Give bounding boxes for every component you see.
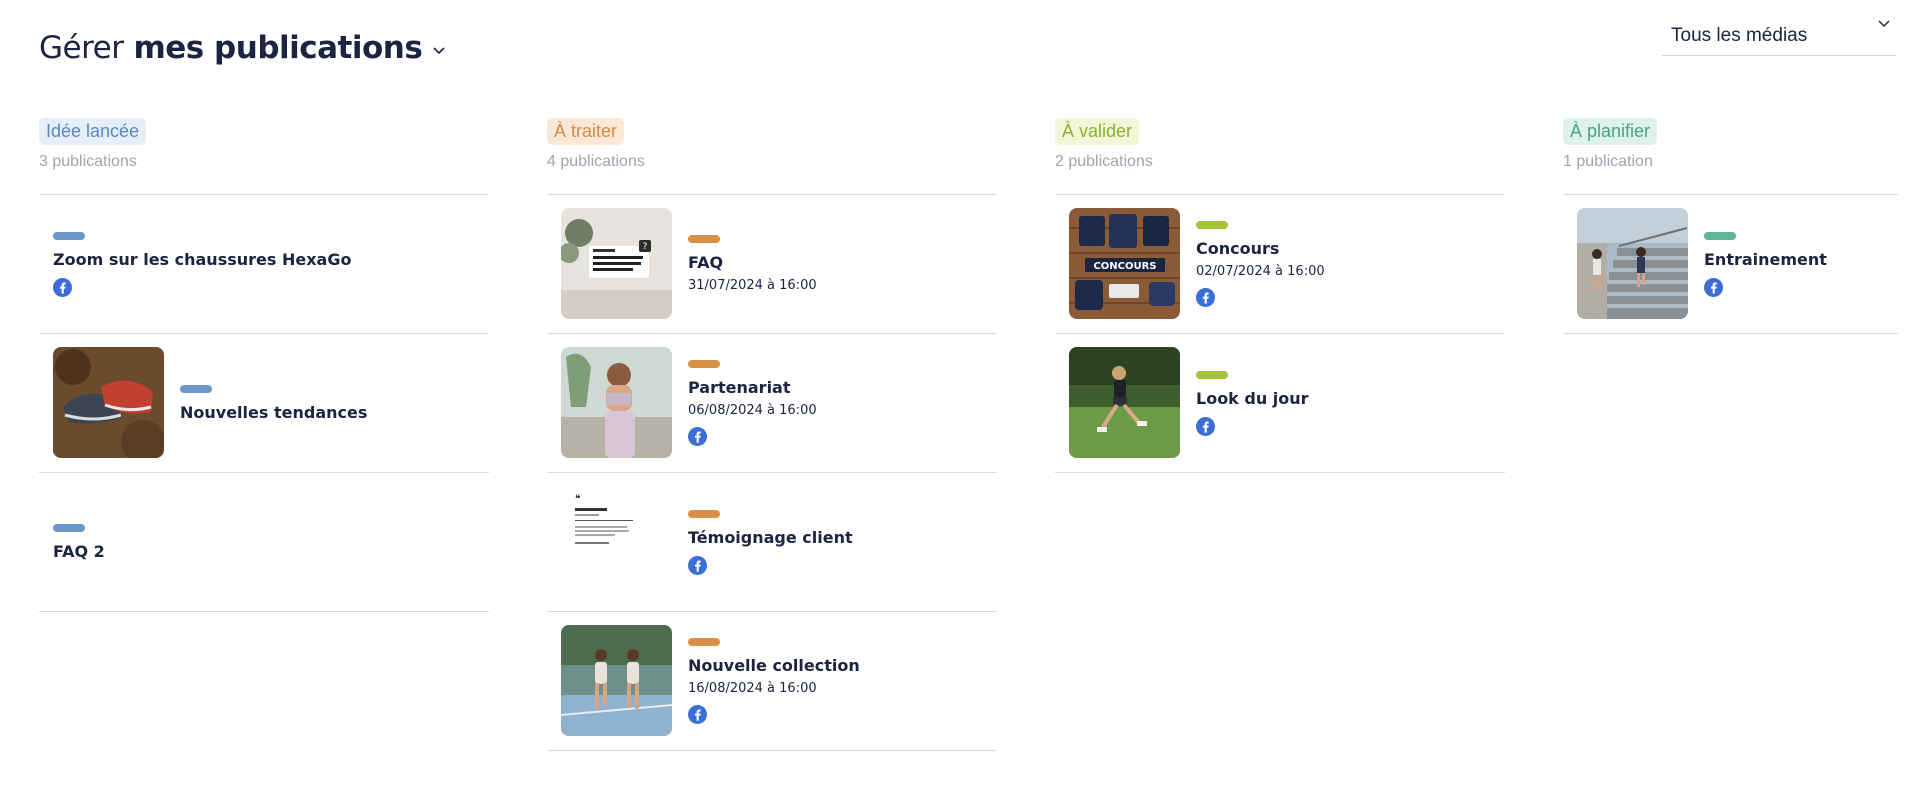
- facebook-icon: [688, 427, 707, 446]
- page-title-prefix: Gérer: [39, 30, 124, 66]
- publication-card[interactable]: Nouvelles tendances: [39, 334, 489, 473]
- publication-info: Nouvelles tendances: [180, 334, 367, 472]
- column-header: Idée lancée 3 publications: [39, 118, 489, 194]
- column-header: À traiter 4 publications: [547, 118, 997, 194]
- publication-date: 31/07/2024 à 16:00: [688, 278, 817, 293]
- publication-thumbnail[interactable]: ❝: [561, 486, 672, 597]
- publication-card[interactable]: Partenariat 06/08/2024 à 16:00: [547, 334, 997, 473]
- publication-title: Zoom sur les chaussures HexaGo: [53, 249, 352, 269]
- publication-title: Look du jour: [1196, 388, 1309, 408]
- column-2: À valider 2 publications CONCOURS Concour…: [1055, 118, 1505, 473]
- column-status-tag[interactable]: À valider: [1055, 118, 1140, 145]
- svg-text:❝: ❝: [575, 494, 580, 505]
- publication-card[interactable]: Nouvelle collection 16/08/2024 à 16:00: [547, 612, 997, 751]
- column-publication-count: 1 publication: [1563, 153, 1653, 170]
- publication-card[interactable]: ❝ Témoignage client: [547, 473, 997, 612]
- facebook-icon: [1196, 416, 1215, 436]
- publication-title: Entrainement: [1704, 249, 1827, 269]
- publication-info: Zoom sur les chaussures HexaGo: [53, 195, 351, 333]
- publication-card[interactable]: Look du jour: [1055, 334, 1505, 473]
- status-color-pill: [1196, 370, 1228, 379]
- column-publication-count: 4 publications: [547, 153, 645, 170]
- column-publication-count: 2 publications: [1055, 153, 1153, 170]
- status-color-pill: [688, 509, 720, 518]
- chevron-down-icon: [1878, 20, 1890, 27]
- publication-thumbnail[interactable]: [561, 347, 672, 458]
- facebook-icon: [53, 277, 72, 297]
- column-3: À planifier 1 publication Entrainement: [1563, 118, 1898, 334]
- publication-thumbnail[interactable]: [1577, 208, 1688, 319]
- publication-title: FAQ 2: [53, 541, 105, 561]
- publication-info: Témoignage client: [688, 473, 853, 611]
- publication-title: FAQ: [688, 253, 724, 272]
- column-header: À planifier 1 publication: [1563, 118, 1898, 194]
- publication-title: Partenariat: [688, 378, 791, 397]
- publication-title: Nouvelles tendances: [180, 402, 368, 422]
- status-color-pill: [53, 523, 85, 532]
- status-color-pill: [180, 384, 212, 393]
- publication-title: Nouvelle collection: [688, 656, 860, 675]
- column-status-tag[interactable]: Idée lancée: [39, 118, 147, 145]
- publication-thumbnail[interactable]: [561, 625, 672, 736]
- status-color-pill: [688, 360, 720, 368]
- svg-text:?: ?: [643, 242, 648, 252]
- facebook-icon: [688, 705, 707, 724]
- facebook-icon: [688, 555, 707, 575]
- status-color-pill: [688, 638, 720, 646]
- page-title[interactable]: Gérer mes publications: [39, 28, 446, 68]
- column-status-tag[interactable]: À traiter: [547, 118, 625, 145]
- publication-info: Partenariat 06/08/2024 à 16:00: [688, 334, 817, 472]
- media-filter-value: Tous les médias: [1671, 25, 1808, 46]
- chevron-down-icon[interactable]: [432, 46, 446, 56]
- publication-info: Look du jour: [1196, 334, 1309, 472]
- publication-thumbnail[interactable]: ?: [561, 208, 672, 319]
- column-1: À traiter 4 publications? FAQ 31/07/2024 …: [547, 118, 997, 751]
- facebook-icon: [1196, 288, 1215, 307]
- publication-info: Entrainement: [1704, 195, 1827, 333]
- publication-card[interactable]: FAQ 2: [39, 473, 489, 612]
- column-0: Idée lancée 3 publications Zoom sur les …: [39, 118, 489, 612]
- status-color-pill: [688, 235, 720, 243]
- svg-text:CONCOURS: CONCOURS: [1093, 261, 1156, 272]
- column-publication-count: 3 publications: [39, 153, 137, 170]
- publication-title: Témoignage client: [688, 527, 853, 547]
- publication-date: 02/07/2024 à 16:00: [1196, 264, 1325, 279]
- publication-date: 16/08/2024 à 16:00: [688, 681, 817, 696]
- status-color-pill: [53, 231, 85, 240]
- publication-thumbnail[interactable]: [1069, 347, 1180, 458]
- status-color-pill: [1704, 231, 1736, 240]
- publication-info: Nouvelle collection 16/08/2024 à 16:00: [688, 612, 860, 750]
- column-header: À valider 2 publications: [1055, 118, 1505, 194]
- publication-card[interactable]: CONCOURS Concours 02/07/2024 à 16:00: [1055, 195, 1505, 334]
- publication-card[interactable]: ? FAQ 31/07/2024 à 16:00: [547, 195, 997, 334]
- publication-info: FAQ 2: [53, 473, 105, 611]
- publication-info: Concours 02/07/2024 à 16:00: [1196, 195, 1325, 333]
- media-filter-select[interactable]: Tous les médias: [1662, 20, 1896, 56]
- page-title-bold: mes publications: [133, 30, 423, 66]
- publication-date: 06/08/2024 à 16:00: [688, 403, 817, 418]
- publication-card[interactable]: Zoom sur les chaussures HexaGo: [39, 195, 489, 334]
- column-status-tag[interactable]: À planifier: [1563, 118, 1658, 145]
- publication-thumbnail[interactable]: CONCOURS: [1069, 208, 1180, 319]
- publication-thumbnail[interactable]: [53, 347, 164, 458]
- publication-info: FAQ 31/07/2024 à 16:00: [688, 195, 817, 333]
- publication-title: Concours: [1196, 239, 1280, 258]
- facebook-icon: [1704, 277, 1723, 297]
- status-color-pill: [1196, 221, 1228, 229]
- publication-card[interactable]: Entrainement: [1563, 195, 1898, 334]
